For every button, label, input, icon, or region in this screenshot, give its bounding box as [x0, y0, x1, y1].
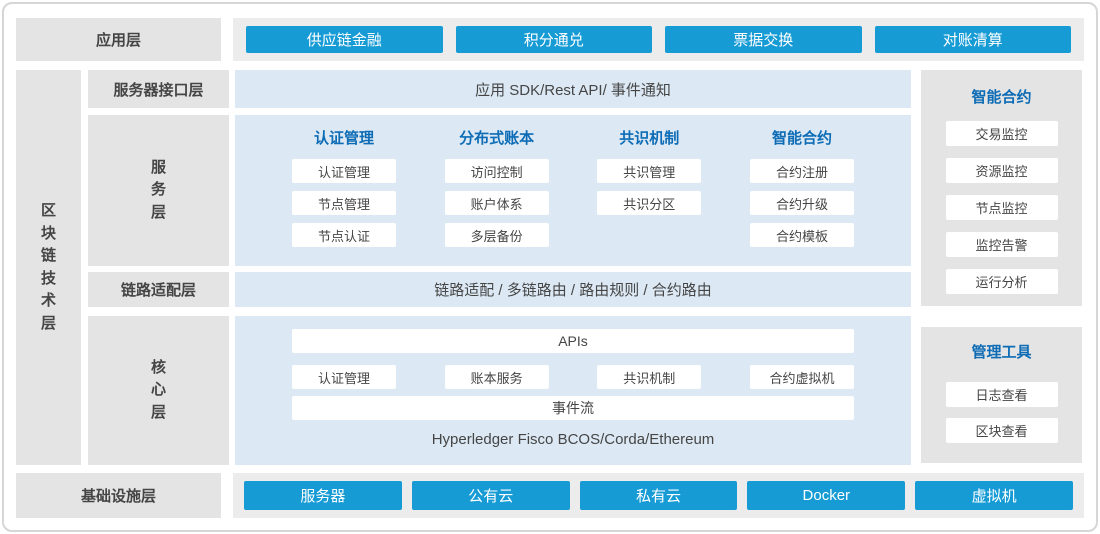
core-module-auth: 认证管理: [292, 365, 396, 389]
service-column-consensus: 共识管理 共识分区: [597, 159, 701, 247]
server-interface-layer-label: 服务器接口层: [88, 70, 229, 108]
core-layer-panel: APIs 认证管理 账本服务 共识机制 合约虚拟机 事件流 Hyperledge…: [235, 316, 911, 465]
infrastructure-button-strip: 服务器 公有云 私有云 Docker 虚拟机: [233, 473, 1084, 518]
infra-button-docker[interactable]: Docker: [747, 481, 905, 510]
service-header-consensus: 共识机制: [597, 127, 701, 148]
service-node: 节点管理: [292, 191, 396, 215]
server-interface-panel: 应用 SDK/Rest API/ 事件通知: [235, 70, 911, 108]
service-node: 节点认证: [292, 223, 396, 247]
tool-node-log-view: 日志查看: [946, 382, 1058, 407]
service-columns: 认证管理 节点管理 节点认证 访问控制 账户体系 多层备份 共识管理 共识分区: [292, 159, 854, 247]
service-node: 账户体系: [445, 191, 549, 215]
core-modules-row: 认证管理 账本服务 共识机制 合约虚拟机: [292, 365, 854, 389]
apis-bar: APIs: [292, 329, 854, 353]
infra-button-server[interactable]: 服务器: [244, 481, 402, 510]
monitor-node-resource: 资源监控: [946, 158, 1058, 183]
management-tools-panel: 管理工具 日志查看 区块查看: [921, 327, 1082, 463]
sdk-api-text: 应用 SDK/Rest API/ 事件通知: [475, 79, 671, 100]
management-tools-header: 管理工具: [921, 341, 1082, 362]
service-node: 共识管理: [597, 159, 701, 183]
monitoring-panel: 智能合约 交易监控 资源监控 节点监控 监控告警 运行分析: [921, 70, 1082, 306]
application-button-strip: 供应链金融 积分通兑 票据交换 对账清算: [233, 18, 1084, 61]
layer-content-column: 应用 SDK/Rest API/ 事件通知 认证管理 分布式账本 共识机制 智能…: [235, 70, 911, 465]
service-node: 合约注册: [750, 159, 854, 183]
app-button-supply-chain-finance[interactable]: 供应链金融: [246, 26, 443, 53]
service-column-smart-contract: 合约注册 合约升级 合约模板: [750, 159, 854, 247]
service-column-auth: 认证管理 节点管理 节点认证: [292, 159, 396, 247]
infra-button-vm[interactable]: 虚拟机: [915, 481, 1073, 510]
app-button-reconciliation[interactable]: 对账清算: [875, 26, 1072, 53]
link-adapter-panel: 链路适配 / 多链路由 / 路由规则 / 合约路由: [235, 272, 911, 307]
service-layer-panel: 认证管理 分布式账本 共识机制 智能合约 认证管理 节点管理 节点认证 访问控制…: [235, 115, 911, 266]
link-adapter-layer-label: 链路适配层: [88, 272, 229, 307]
monitoring-panel-header: 智能合约: [921, 86, 1082, 107]
core-layer-text: 核心层: [151, 357, 166, 425]
tool-node-block-view: 区块查看: [946, 418, 1058, 443]
monitor-node-analysis: 运行分析: [946, 269, 1058, 294]
service-column-headers: 认证管理 分布式账本 共识机制 智能合约: [292, 127, 854, 148]
infrastructure-layer-label: 基础设施层: [16, 473, 221, 518]
blockchain-technology-layer-label: 区块链技术层: [16, 70, 81, 465]
service-node: 多层备份: [445, 223, 549, 247]
core-module-ledger-service: 账本服务: [445, 365, 549, 389]
app-button-bill-exchange[interactable]: 票据交换: [665, 26, 862, 53]
service-node: 合约模板: [750, 223, 854, 247]
service-header-smart-contract: 智能合约: [750, 127, 854, 148]
core-module-consensus: 共识机制: [597, 365, 701, 389]
application-layer-row: 应用层 供应链金融 积分通兑 票据交换 对账清算: [16, 18, 1084, 61]
core-layer-label: 核心层: [88, 316, 229, 465]
service-layer-text: 服务层: [151, 157, 166, 225]
infra-button-public-cloud[interactable]: 公有云: [412, 481, 570, 510]
app-button-points-exchange[interactable]: 积分通兑: [456, 26, 653, 53]
right-side-column: 智能合约 交易监控 资源监控 节点监控 监控告警 运行分析 管理工具 日志查看 …: [921, 70, 1082, 465]
infra-button-private-cloud[interactable]: 私有云: [580, 481, 738, 510]
application-layer-label: 应用层: [16, 18, 221, 61]
monitor-node-transaction: 交易监控: [946, 121, 1058, 146]
monitor-node-alert: 监控告警: [946, 232, 1058, 257]
link-adapter-text: 链路适配 / 多链路由 / 路由规则 / 合约路由: [434, 279, 712, 300]
blockchain-technology-section: 区块链技术层 服务器接口层 服务层 链路适配层 核心层 应用 SDK/Rest …: [16, 70, 1084, 465]
infrastructure-layer-row: 基础设施层 服务器 公有云 私有云 Docker 虚拟机: [16, 473, 1084, 518]
monitor-node-peer: 节点监控: [946, 195, 1058, 220]
service-node: 认证管理: [292, 159, 396, 183]
service-node: 访问控制: [445, 159, 549, 183]
layer-labels-column: 服务器接口层 服务层 链路适配层 核心层: [88, 70, 229, 465]
architecture-diagram-card: 应用层 供应链金融 积分通兑 票据交换 对账清算 区块链技术层 服务器接口层 服…: [2, 2, 1098, 532]
service-header-auth: 认证管理: [292, 127, 396, 148]
blockchain-technology-layer-text: 区块链技术层: [41, 200, 56, 335]
service-node: 共识分区: [597, 191, 701, 215]
event-stream-bar: 事件流: [292, 396, 854, 420]
service-layer-label: 服务层: [88, 115, 229, 266]
service-node: 合约升级: [750, 191, 854, 215]
core-module-contract-vm: 合约虚拟机: [750, 365, 854, 389]
service-column-ledger: 访问控制 账户体系 多层备份: [445, 159, 549, 247]
blockchain-platforms-text: Hyperledger Fisco BCOS/Corda/Ethereum: [292, 431, 854, 448]
service-header-ledger: 分布式账本: [445, 127, 549, 148]
